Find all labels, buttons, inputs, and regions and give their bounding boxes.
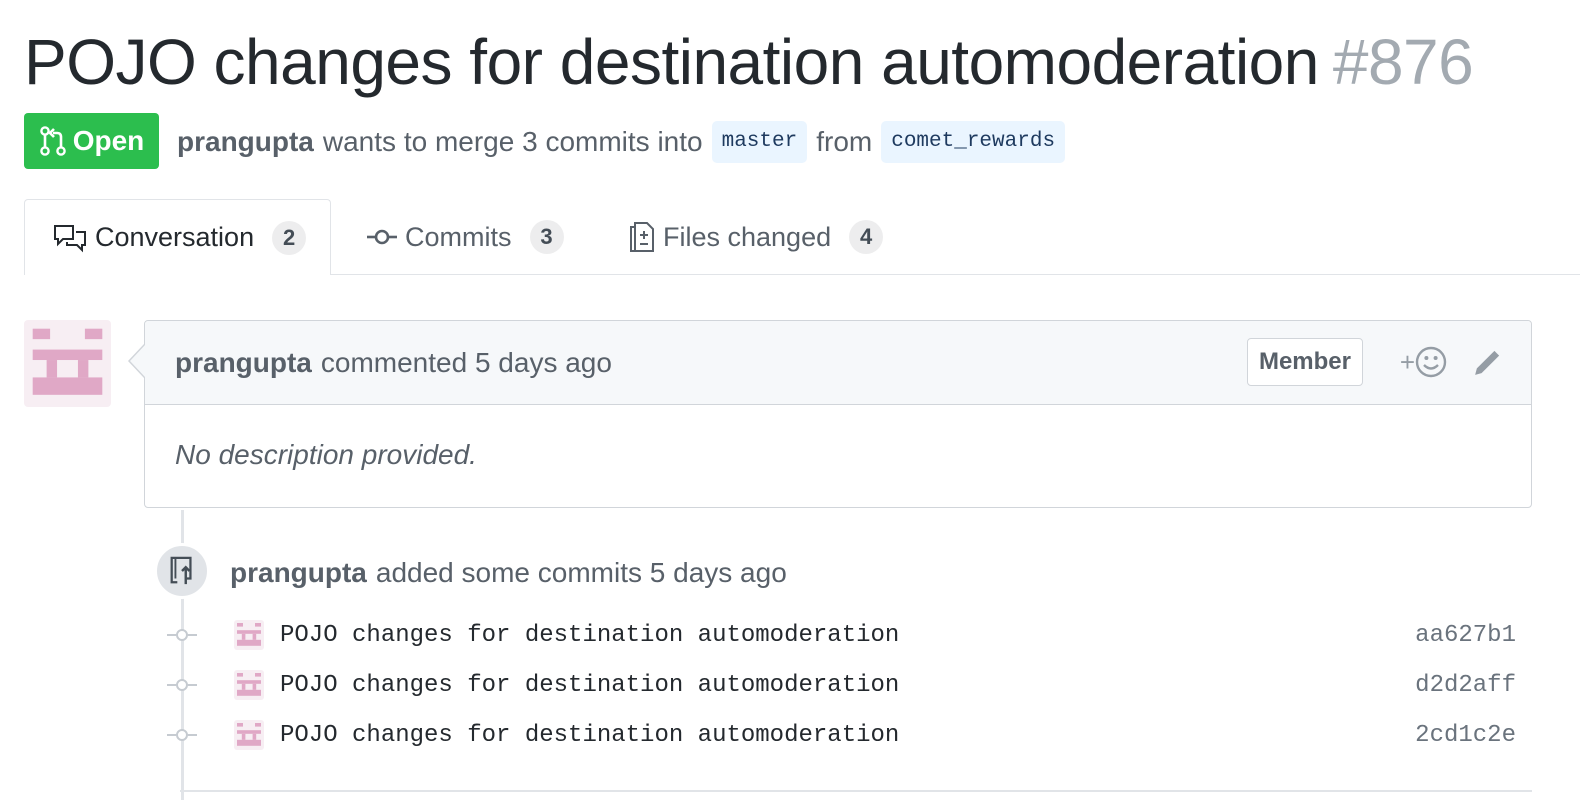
plus-sign: +: [1399, 346, 1415, 377]
comment-discussion-icon: [54, 224, 86, 252]
from-text: from: [816, 126, 873, 157]
commit-message-link[interactable]: POJO changes for destination automoderat…: [280, 722, 1415, 749]
commit-row: POJO changes for destination automoderat…: [164, 615, 1532, 655]
tab-counter: 3: [529, 220, 564, 254]
comment-timestamp[interactable]: commented 5 days ago: [321, 347, 612, 379]
commit-row: POJO changes for destination automoderat…: [164, 715, 1532, 755]
commit-message-link[interactable]: POJO changes for destination automoderat…: [280, 672, 1415, 699]
tab-counter: 2: [272, 220, 307, 255]
pr-title: POJO changes for destination automoderat…: [24, 26, 1319, 98]
push-action: added some commits 5 days ago: [375, 557, 787, 588]
commit-row: POJO changes for destination automoderat…: [164, 665, 1532, 705]
tab-counter: 4: [849, 220, 884, 254]
head-branch[interactable]: comet_rewards: [881, 121, 1066, 163]
comment-author[interactable]: prangupta: [175, 347, 312, 379]
commit-avatar[interactable]: [234, 670, 264, 700]
comment-header: prangupta commented 5 days ago Member +: [145, 321, 1531, 405]
pencil-icon: [1475, 350, 1500, 375]
commit-node-icon: [164, 665, 200, 705]
avatar[interactable]: [24, 320, 111, 407]
commit-message-link[interactable]: POJO changes for destination automoderat…: [280, 622, 1415, 649]
commit-avatar[interactable]: [234, 720, 264, 750]
page-title: POJO changes for destination automoderat…: [24, 22, 1474, 102]
git-pull-request-icon: [39, 126, 66, 156]
author-link[interactable]: prangupta: [177, 126, 314, 158]
add-reaction-button[interactable]: +: [1400, 346, 1447, 378]
tab-label: Commits: [405, 221, 512, 252]
git-commit-icon: [367, 229, 397, 245]
commit-sha-link[interactable]: 2cd1c2e: [1415, 722, 1516, 749]
repo-push-icon: [170, 556, 192, 585]
tab-label: Conversation: [95, 222, 255, 252]
commit-node-icon: [164, 715, 200, 755]
identicon-avatar: [32, 328, 103, 395]
tab-commits[interactable]: Commits 3: [367, 199, 564, 275]
base-branch[interactable]: master: [711, 121, 808, 163]
pr-number: #876: [1332, 26, 1474, 98]
tab-conversation[interactable]: Conversation 2: [24, 199, 331, 275]
file-diff-icon: [630, 222, 654, 252]
commit-node-icon: [164, 615, 200, 655]
smiley-icon: [1415, 346, 1447, 378]
commit-sha-link[interactable]: d2d2aff: [1415, 672, 1516, 699]
status-badge: Open: [24, 113, 159, 169]
comment-caret-fill: [130, 345, 145, 377]
push-author[interactable]: prangupta: [230, 557, 367, 589]
merge-text: wants to merge 3 commits into: [322, 126, 703, 157]
push-event-text: prangupta added some commits 5 days ago: [230, 553, 787, 593]
edit-button[interactable]: [1473, 347, 1503, 384]
pull-request-page: POJO changes for destination automoderat…: [0, 0, 1580, 800]
comment-box: prangupta commented 5 days ago Member + …: [144, 320, 1532, 508]
tab-files-changed[interactable]: Files changed 4: [629, 199, 884, 275]
status-label: Open: [72, 125, 145, 156]
tab-label: Files changed: [663, 221, 832, 252]
comment-body: No description provided.: [175, 439, 477, 470]
commit-sha-link[interactable]: aa627b1: [1415, 622, 1516, 649]
pr-meta: prangupta wants to merge 3 commits into …: [177, 120, 1074, 164]
push-event-badge: [154, 543, 210, 599]
member-badge: Member: [1246, 338, 1363, 386]
commit-avatar[interactable]: [234, 620, 264, 650]
timeline-divider: [180, 790, 1532, 792]
